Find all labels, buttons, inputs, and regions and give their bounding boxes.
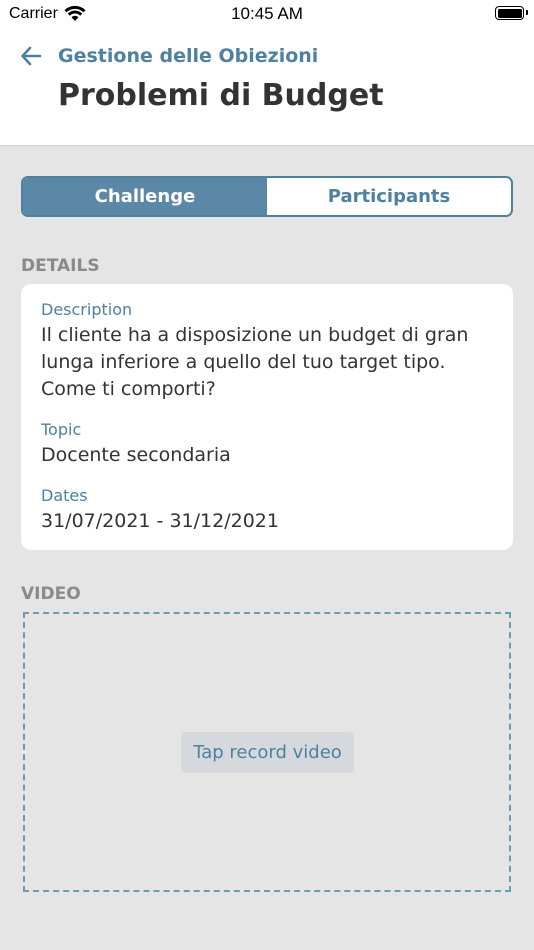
details-card: Description Il cliente ha a disposizione… [21,284,513,550]
topic-value: Docente secondaria [41,444,231,466]
description-label: Description [41,300,133,319]
battery-icon [495,6,528,20]
description-value: Il cliente ha a disposizione un budget d… [41,324,469,400]
tab-participants[interactable]: Participants [267,178,511,215]
tab-challenge[interactable]: Challenge [23,178,267,215]
dates-label: Dates [41,486,88,505]
details-section-label: DETAILS [21,256,100,276]
record-video-button[interactable]: Tap record video [181,732,354,773]
back-button[interactable]: Gestione delle Obiezioni [20,42,318,70]
video-section-label: VIDEO [21,584,81,604]
topic-label: Topic [41,420,82,439]
arrow-left-icon [21,46,42,66]
dates-value: 31/07/2021 - 31/12/2021 [41,510,279,532]
header: Carrier 10:45 AM Gestione delle Obiezion… [0,0,534,146]
back-button-label: Gestione delle Obiezioni [58,45,319,67]
status-time: 10:45 AM [231,4,303,23]
page-title: Problemi di Budget [58,78,384,113]
status-bar: Carrier 10:45 AM [0,0,534,30]
segmented-control: Challenge Participants [21,176,513,217]
